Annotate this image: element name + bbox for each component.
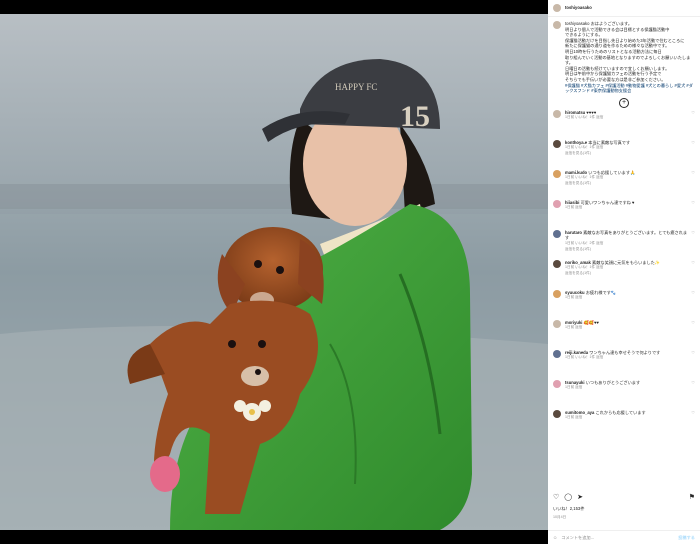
view-replies-link[interactable]: 返信を見る(1件)	[565, 247, 689, 253]
comment-like-icon[interactable]: ♡	[691, 410, 695, 416]
avatar[interactable]	[553, 319, 561, 328]
bookmark-icon[interactable]: ⚑	[689, 494, 695, 501]
comment-text: 本当に素敵な写真です	[588, 139, 631, 145]
caption-line: 取り組んでいく活動の基地となりますのでよろしくお願いいたします。	[565, 54, 691, 66]
caption: toshiyoasako おはようございます。 明日より個人で活動できる会は目標と…	[548, 17, 700, 94]
comment-username[interactable]: mami.kudo	[565, 170, 587, 175]
comment-text: いつもありがとうございます	[585, 379, 641, 385]
like-icon[interactable]: ♡	[553, 494, 559, 501]
comment-text: これからも応援しています	[595, 409, 646, 415]
view-replies-link[interactable]: 返信を見る(1件)	[565, 271, 689, 277]
hashtags[interactable]: #保護猫 #犬猫カフェ #保護活動 #動物愛護 #犬との暮らし #愛犬 #ダック…	[565, 83, 693, 94]
avatar[interactable]	[553, 259, 561, 268]
caption-text: toshiyoasako おはようございます。 明日より個人で活動できる会は目標と…	[565, 21, 693, 83]
view-replies-link[interactable]: 返信を見る(1件)	[565, 181, 689, 187]
post-date: 10月4日	[553, 515, 567, 519]
comment-text: 🥰🥰♥♥	[583, 319, 600, 325]
avatar[interactable]	[553, 409, 561, 418]
comment-meta[interactable]: 1日前 返信	[565, 385, 689, 391]
svg-text:15: 15	[400, 100, 430, 133]
comment-meta[interactable]: 1日前 返信	[565, 415, 689, 421]
comment-username[interactable]: noriko_amak	[565, 260, 591, 265]
comment-username[interactable]: moriyuki	[565, 320, 582, 325]
comment-username[interactable]: hiiasibi	[565, 200, 579, 205]
avatar[interactable]	[553, 379, 561, 388]
comment-like-icon[interactable]: ♡	[691, 140, 695, 146]
comment-like-icon[interactable]: ♡	[691, 320, 695, 326]
avatar[interactable]	[553, 199, 561, 208]
comment-meta[interactable]: 1日前 返信	[565, 205, 689, 211]
comment-text: お疲れ様です🐾	[585, 289, 617, 295]
comment-like-icon[interactable]: ♡	[691, 110, 695, 116]
comment-text: ♥♥♥♥	[586, 109, 597, 115]
avatar[interactable]	[553, 21, 561, 29]
comment-input[interactable]: コメントを追加...	[561, 535, 594, 541]
comment-meta[interactable]: 1日前 いいね！1件 返信	[565, 115, 689, 121]
comment-like-icon[interactable]: ♡	[691, 170, 695, 176]
comment-like-icon[interactable]: ♡	[691, 200, 695, 206]
post-header: toshiyoasako	[548, 0, 700, 17]
comment-username[interactable]: harutaro	[565, 230, 582, 235]
comment-item: hiromatsu ♥♥♥♥ 1日前 いいね！1件 返信 ♡	[548, 109, 700, 139]
share-icon[interactable]: ➤	[577, 494, 583, 501]
post-sidebar: toshiyoasako toshiyoasako おはようございます。 明日より…	[548, 0, 700, 544]
post-comment-button[interactable]: 投稿する	[678, 535, 695, 541]
comment-item: moriyuki 🥰🥰♥♥ 1日前 返信 ♡	[548, 319, 700, 349]
view-replies-link[interactable]: 返信を見る(1件)	[565, 151, 689, 157]
avatar[interactable]	[553, 109, 561, 118]
comment-username[interactable]: tsunayuki	[565, 380, 585, 385]
avatar[interactable]	[553, 229, 561, 238]
comments-list: hiromatsu ♥♥♥♥ 1日前 いいね！1件 返信 ♡ konthoya.e 本…	[548, 109, 700, 439]
comment-text: 素敵なお写真をありがとうございます。とても癒されます	[565, 229, 688, 241]
comment-item: reiji.kaneda ワンちゃん達も幸せそうで何よりです 1日前 いいね！1件…	[548, 349, 700, 379]
comment-username[interactable]: syuucoku	[565, 290, 585, 295]
comment-item: mami.kudo いつも応援しています🙏 1日前 いいね！1件 返信 返信を見る(…	[548, 169, 700, 199]
avatar[interactable]	[553, 289, 561, 298]
comment-icon[interactable]: ◯	[564, 494, 572, 501]
load-more-comments-button[interactable]: +	[619, 97, 629, 108]
comment-like-icon[interactable]: ♡	[691, 350, 695, 356]
likes-count[interactable]: いいね！2,153件	[553, 506, 584, 512]
comment-like-icon[interactable]: ♡	[691, 230, 695, 236]
comment-item: tsunayuki いつもありがとうございます 1日前 返信 ♡	[548, 379, 700, 409]
avatar[interactable]	[553, 169, 561, 178]
comment-text: 可愛いワンちゃん達ですね ♥	[580, 199, 635, 205]
avatar[interactable]	[553, 349, 561, 358]
comment-item: hiiasibi 可愛いワンちゃん達ですね ♥ 1日前 返信 ♡	[548, 199, 700, 229]
post-photo: 15 HAPPY FC	[0, 14, 548, 530]
avatar[interactable]	[553, 139, 561, 148]
avatar[interactable]	[553, 4, 561, 12]
comment-text: ワンちゃん達も幸せそうで何よりです	[589, 349, 661, 355]
action-bar: ♡ ◯ ➤ ⚑	[553, 494, 695, 501]
comment-text: いつも応援しています🙏	[588, 169, 636, 175]
emoji-icon[interactable]: ☺	[553, 535, 557, 541]
comment-username[interactable]: reiji.kaneda	[565, 350, 588, 355]
username[interactable]: toshiyoasako	[565, 5, 592, 11]
comment-meta[interactable]: 1日前 返信	[565, 295, 689, 301]
comment-item: syuucoku お疲れ様です🐾 1日前 返信 ♡	[548, 289, 700, 319]
comment-like-icon[interactable]: ♡	[691, 380, 695, 386]
comment-username[interactable]: hiromatsu	[565, 110, 585, 115]
svg-text:HAPPY FC: HAPPY FC	[335, 82, 377, 92]
add-comment-bar: ☺ コメントを追加... 投稿する	[548, 530, 700, 544]
comment-meta[interactable]: 1日前 返信	[565, 325, 689, 331]
comment-username[interactable]: konthoya.e	[565, 140, 587, 145]
comment-meta[interactable]: 1日前 いいね！1件 返信	[565, 355, 689, 361]
comment-item: harutaro 素敵なお写真をありがとうございます。とても癒されます 1日前 い…	[548, 229, 700, 259]
comment-like-icon[interactable]: ♡	[691, 290, 695, 296]
comment-like-icon[interactable]: ♡	[691, 260, 695, 266]
comment-username[interactable]: sumitomo_aya	[565, 410, 594, 415]
comment-item: sumitomo_aya これからも応援しています 1日前 返信 ♡	[548, 409, 700, 439]
comment-text: 素敵な笑顔に元気をもらいました✨	[592, 259, 661, 265]
comment-item: konthoya.e 本当に素敵な写真です 1日前 いいね！1件 返信 返信を見る(…	[548, 139, 700, 169]
comment-item: noriko_amak 素敵な笑顔に元気をもらいました✨ 1日前 いいね！1件 返…	[548, 259, 700, 289]
